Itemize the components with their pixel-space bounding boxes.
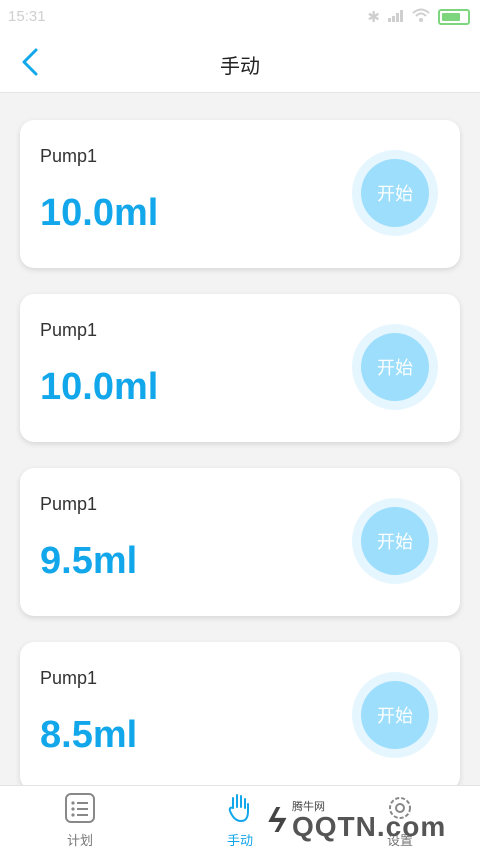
page-title: 手动 — [220, 56, 260, 78]
pump-name: Pump1 — [40, 668, 98, 688]
watermark-logo: ϟ — [268, 801, 286, 840]
status-time: 15:31 — [8, 8, 46, 25]
start-label: 开始 — [361, 333, 429, 401]
pump-amount: 8.5ml — [40, 714, 138, 756]
pump-name: Pump1 — [40, 146, 98, 166]
pump-list[interactable]: Pump1 10.0ml 开始 Pump1 10.0ml 开始 Pump1 9.… — [0, 93, 480, 785]
start-button[interactable]: 开始 — [352, 498, 438, 584]
bluetooth-icon: ✱ — [367, 9, 380, 26]
pump-card: Pump1 10.0ml 开始 — [20, 294, 460, 442]
battery-icon — [438, 9, 470, 25]
watermark: ϟ 腾牛网 QQTN.com — [268, 792, 476, 850]
status-icons: ✱ — [367, 8, 470, 26]
header: 手动 — [0, 34, 480, 93]
tab-plan[interactable]: 计划 — [35, 792, 125, 849]
wifi-icon — [412, 8, 430, 26]
watermark-big: QQTN.com — [292, 810, 447, 842]
list-icon — [65, 793, 95, 823]
start-button[interactable]: 开始 — [352, 324, 438, 410]
pump-amount: 9.5ml — [40, 540, 138, 582]
start-label: 开始 — [361, 159, 429, 227]
start-label: 开始 — [361, 507, 429, 575]
pump-name: Pump1 — [40, 320, 98, 340]
pump-amount: 10.0ml — [40, 192, 159, 234]
pump-name: Pump1 — [40, 494, 98, 514]
pump-card: Pump1 8.5ml 开始 — [20, 642, 460, 785]
pump-card: Pump1 9.5ml 开始 — [20, 468, 460, 616]
hand-icon — [228, 794, 249, 822]
signal-icon — [388, 9, 404, 26]
status-bar: 15:31 ✱ — [0, 0, 480, 34]
start-button[interactable]: 开始 — [352, 672, 438, 758]
start-button[interactable]: 开始 — [352, 150, 438, 236]
start-label: 开始 — [361, 681, 429, 749]
pump-amount: 10.0ml — [40, 366, 159, 408]
pump-card: Pump1 10.0ml 开始 — [20, 120, 460, 268]
tab-plan-label: 计划 — [66, 833, 93, 848]
